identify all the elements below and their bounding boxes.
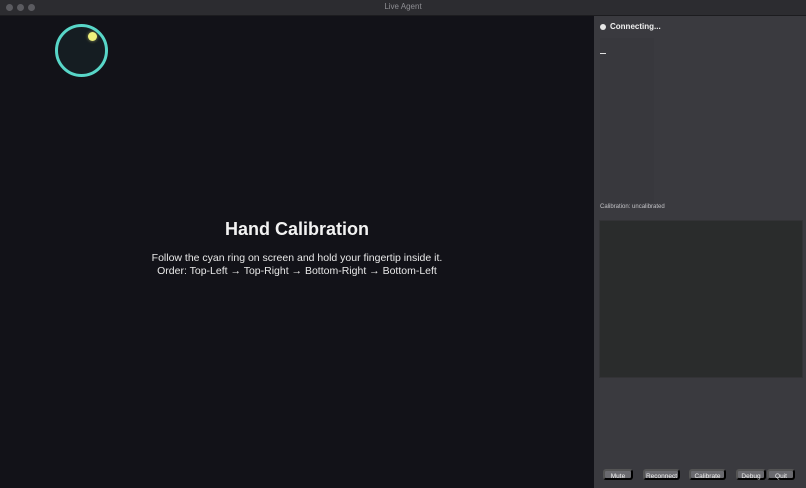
connection-status: Connecting... [600, 22, 661, 31]
transcript-area[interactable] [600, 38, 654, 203]
debug-button[interactable]: Debug [736, 469, 766, 480]
quit-button[interactable]: Quit [767, 469, 795, 480]
mute-button[interactable]: Mute [603, 469, 633, 480]
calibration-order: Order: Top-Left → Top-Right → Bottom-Rig… [157, 265, 437, 277]
window-title: Live Agent [384, 2, 422, 11]
title-bar: Live Agent [0, 0, 806, 16]
calibrate-button[interactable]: Calibrate [689, 469, 726, 480]
fingertip-dot [88, 32, 97, 41]
text-cursor [600, 53, 606, 54]
calibration-status: Calibration: uncalibrated [600, 204, 665, 210]
sidebar-panel: Connecting... Calibration: uncalibrated … [594, 16, 806, 488]
reconnect-button[interactable]: Reconnect [643, 469, 680, 480]
calibration-ring [55, 24, 108, 77]
calibration-view: Hand Calibration Follow the cyan ring on… [0, 16, 594, 488]
calibration-title: Hand Calibration [224, 219, 369, 239]
calibration-instruction: Follow the cyan ring on screen and hold … [151, 252, 443, 264]
status-dot-icon [600, 23, 606, 30]
connection-status-text: Connecting... [610, 22, 661, 31]
app-window: Live Agent Hand Calibration Follow the c… [0, 0, 806, 488]
camera-preview [599, 220, 803, 378]
